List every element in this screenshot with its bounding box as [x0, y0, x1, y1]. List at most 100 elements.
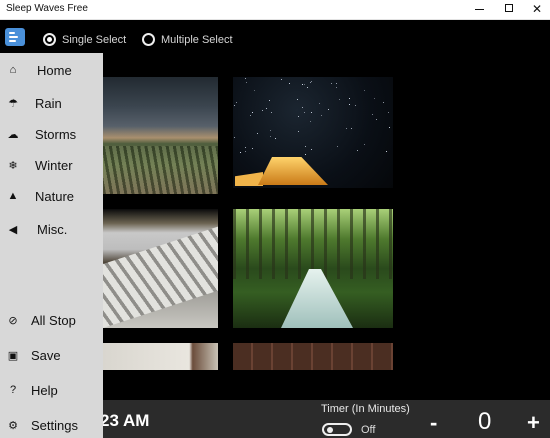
timer-toggle-state: Off	[361, 424, 376, 436]
sound-tile-forest-stream[interactable]	[233, 209, 393, 328]
menu-item-misc[interactable]: ◀ Misc.	[0, 216, 103, 242]
star-dot	[311, 81, 312, 82]
star-dot	[336, 87, 337, 88]
rain-icon: ☂	[8, 97, 18, 110]
single-select-radio[interactable]: Single Select	[43, 33, 126, 46]
star-dot	[357, 150, 358, 151]
timer-decrement-button[interactable]: -	[430, 410, 437, 436]
star-dot	[310, 121, 311, 122]
menu-item-all-stop[interactable]: ⊘ All Stop	[0, 307, 103, 333]
star-dot	[245, 151, 246, 152]
star-dot	[311, 112, 312, 113]
menu-item-settings[interactable]: ⚙ Settings	[0, 412, 103, 438]
star-dot	[305, 146, 306, 147]
star-dot	[339, 99, 340, 100]
star-dot	[245, 78, 246, 79]
tent-shape	[258, 157, 328, 185]
star-dot	[252, 148, 253, 149]
star-dot	[364, 144, 365, 145]
roof-ribs	[103, 226, 218, 328]
hamburger-line	[9, 32, 15, 34]
timer-value: 0	[478, 408, 492, 435]
star-dot	[275, 138, 276, 139]
stop-icon: ⊘	[8, 314, 18, 327]
star-dot	[262, 110, 263, 111]
star-dot	[319, 103, 320, 104]
menu-item-nature[interactable]: ▲ Nature	[0, 183, 103, 209]
close-button[interactable]: ✕	[522, 0, 550, 20]
multiple-select-label: Multiple Select	[161, 33, 233, 46]
hamburger-line	[9, 36, 18, 38]
star-dot	[234, 137, 235, 138]
sound-tile-tin-roof[interactable]	[103, 209, 218, 328]
hamburger-line	[9, 40, 16, 42]
menu-item-label: Save	[31, 347, 61, 363]
clock-display: 23 AM	[100, 411, 150, 430]
star-dot	[302, 107, 303, 108]
star-dot	[254, 90, 255, 91]
star-dot	[236, 102, 237, 103]
star-dot	[270, 130, 271, 131]
star-dot	[349, 104, 350, 105]
star-dot	[305, 154, 306, 155]
star-dot	[281, 79, 282, 80]
menu-item-help[interactable]: ? Help	[0, 377, 103, 403]
sound-tile-rain-field[interactable]	[103, 77, 218, 194]
menu-item-rain[interactable]: ☂ Rain	[0, 90, 103, 116]
menu-item-storms[interactable]: ☁ Storms	[0, 121, 103, 147]
star-dot	[252, 112, 253, 113]
star-dot	[389, 127, 390, 128]
star-dot	[270, 136, 271, 137]
star-dot	[331, 83, 332, 84]
star-dot	[321, 115, 322, 116]
title-bar: Sleep Waves Free ✕	[0, 0, 550, 20]
star-dot	[376, 119, 377, 120]
menu-item-label: Winter	[35, 157, 73, 173]
star-dot	[240, 152, 241, 153]
radio-selected-icon	[43, 33, 56, 46]
star-dot	[297, 99, 298, 100]
single-select-label: Single Select	[62, 33, 127, 46]
menu-item-label: Rain	[35, 95, 62, 111]
star-dot	[257, 133, 258, 134]
star-dot	[386, 151, 387, 152]
star-dot	[336, 83, 337, 84]
maximize-button[interactable]	[494, 0, 524, 20]
sound-tile-night-tent[interactable]	[233, 77, 393, 188]
menu-item-home[interactable]: ⌂ Home	[0, 57, 103, 83]
timer-toggle[interactable]	[322, 423, 352, 436]
star-dot	[328, 109, 329, 110]
help-icon: ?	[9, 384, 17, 396]
minimize-button[interactable]	[464, 0, 494, 20]
star-dot	[246, 82, 247, 83]
menu-item-winter[interactable]: ❄ Winter	[0, 152, 103, 178]
window-title: Sleep Waves Free	[6, 3, 88, 14]
storm-icon: ☁	[7, 128, 19, 141]
hamburger-menu-button[interactable]	[5, 28, 25, 46]
star-dot	[355, 105, 356, 106]
star-dot	[298, 116, 299, 117]
save-icon: ▣	[7, 349, 19, 362]
timer-label: Timer (In Minutes)	[321, 403, 410, 415]
star-dot	[388, 112, 389, 113]
minimize-icon	[474, 8, 484, 10]
nature-icon: ▲	[7, 190, 19, 202]
star-dot	[364, 90, 365, 91]
star-dot	[234, 105, 235, 106]
app-window: Sleep Waves Free ✕ Single Select Multipl…	[0, 0, 550, 438]
menu-item-label: Help	[31, 382, 58, 398]
star-dot	[302, 84, 303, 85]
sound-tile-partial-left[interactable]	[103, 343, 218, 370]
multiple-select-radio[interactable]: Multiple Select	[142, 33, 233, 46]
menu-item-label: All Stop	[31, 312, 76, 328]
maximize-icon	[505, 4, 513, 13]
timer-increment-button[interactable]: +	[527, 410, 540, 436]
sound-tile-partial-wood[interactable]	[233, 343, 393, 370]
star-dot	[337, 146, 338, 147]
speaker-icon: ◀	[8, 223, 18, 236]
home-icon: ⌂	[9, 64, 17, 76]
menu-item-label: Nature	[35, 188, 75, 204]
star-dot	[269, 100, 270, 101]
menu-item-save[interactable]: ▣ Save	[0, 342, 103, 368]
side-menu: ⌂ Home ☂ Rain ☁ Storms ❄ Winter ▲ Nature…	[0, 53, 103, 438]
